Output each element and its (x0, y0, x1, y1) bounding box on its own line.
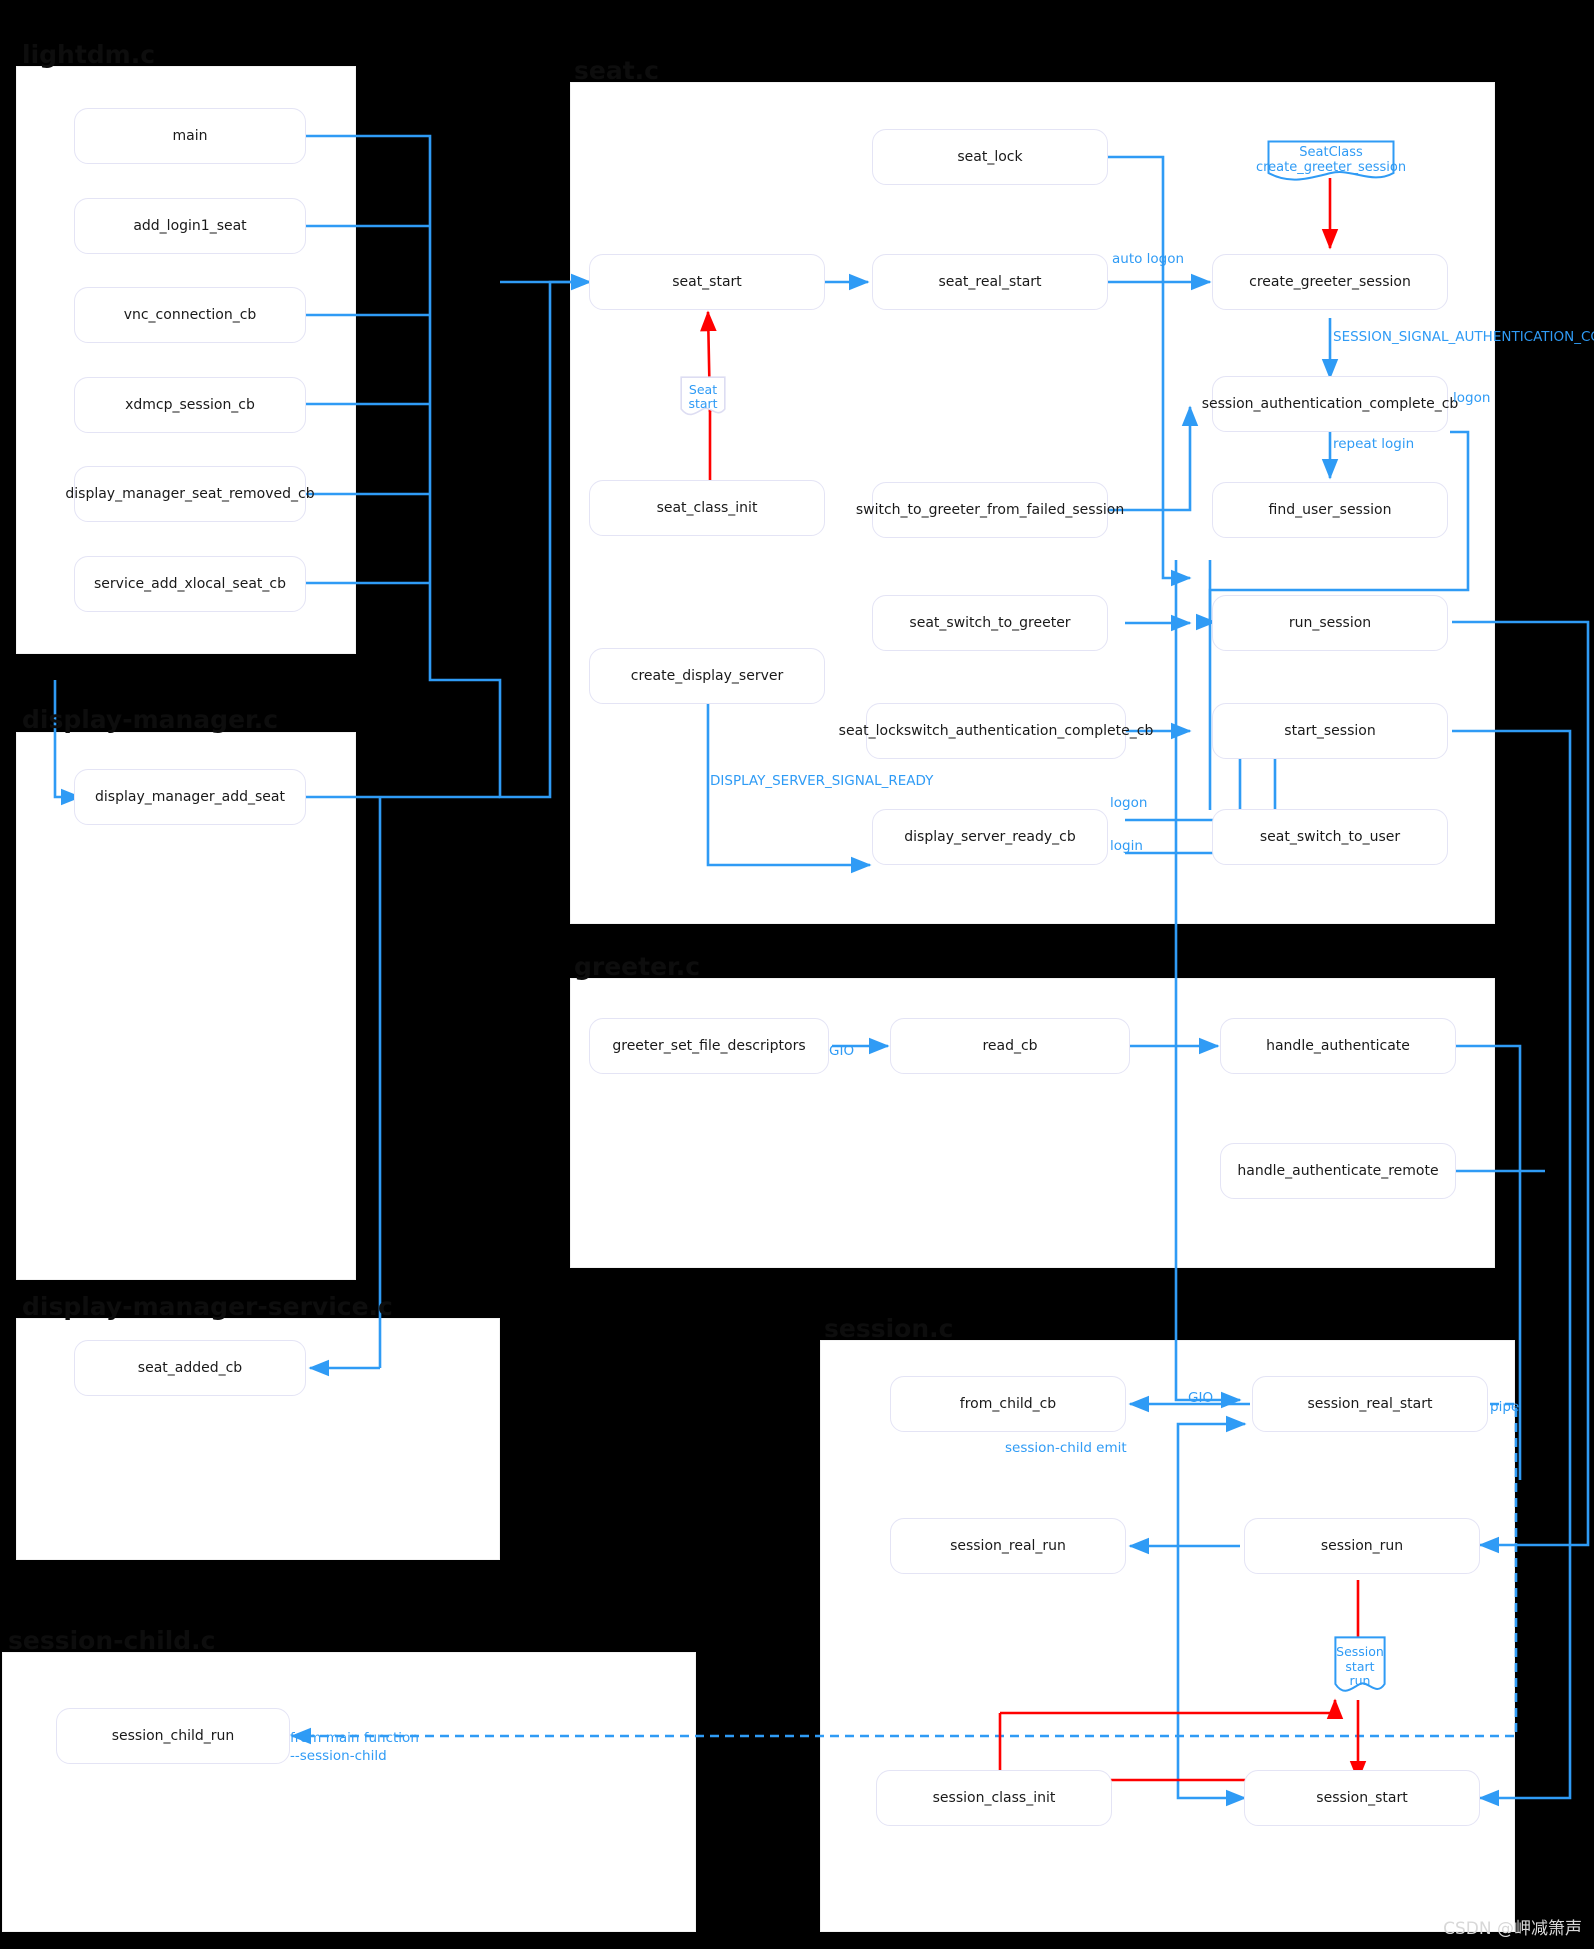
doc-shape-session-start-run-label: Session start run (1336, 1645, 1384, 1688)
doc-line-1: SeatClass (1299, 145, 1363, 161)
node-seat-class-init[interactable]: seat_class_init (589, 480, 825, 536)
node-seat-lockswitch-authentication-complete-cb[interactable]: seat_lockswitch_authentication_complete_… (839, 703, 1153, 759)
group-title-seat: seat.c (574, 56, 659, 85)
edge-label-logon-ds: logon (1110, 795, 1148, 811)
node-session-authentication-complete-cb[interactable]: session_authentication_complete_cb (1202, 376, 1458, 432)
edge-label-session-child-flag: --session-child (290, 1748, 387, 1764)
diagram-canvas: lightdm.c display-manager.c display-mana… (0, 0, 1594, 1949)
doc-line-1: Session (1336, 1644, 1384, 1660)
node-seat-lock[interactable]: seat_lock (872, 129, 1108, 185)
node-session-class-init[interactable]: session_class_init (876, 1770, 1112, 1826)
group-title-session-child: session-child.c (8, 1626, 216, 1655)
doc-line-2: start (688, 396, 718, 411)
group-title-greeter: greeter.c (574, 952, 701, 981)
doc-shape-seat-class-label: SeatClass create_greeter_session (1255, 145, 1407, 176)
node-session-run[interactable]: session_run (1244, 1518, 1480, 1574)
edge-label-auto-logon: auto logon (1112, 251, 1185, 267)
node-display-manager-add-seat[interactable]: display_manager_add_seat (74, 769, 306, 825)
node-session-real-run[interactable]: session_real_run (890, 1518, 1126, 1574)
doc-shape-seat-class: SeatClass create_greeter_session (1256, 140, 1406, 182)
node-xdmcp-session-cb[interactable]: xdmcp_session_cb (74, 377, 306, 433)
node-find-user-session[interactable]: find_user_session (1212, 482, 1448, 538)
doc-shape-session-start-run: Session start run (1334, 1636, 1386, 1698)
doc-shape-seat-start-label: Seat start (688, 381, 718, 412)
node-read-cb[interactable]: read_cb (890, 1018, 1130, 1074)
edge-label-pipe: pipe (1490, 1399, 1520, 1415)
node-seat-switch-to-greeter[interactable]: seat_switch_to_greeter (872, 595, 1108, 651)
node-from-child-cb[interactable]: from_child_cb (890, 1376, 1126, 1432)
node-display-manager-seat-removed-cb[interactable]: display_manager_seat_removed_cb (65, 466, 315, 522)
group-session-child (2, 1652, 696, 1932)
node-create-display-server[interactable]: create_display_server (589, 648, 825, 704)
edge-label-session-child-emit: session-child emit (1005, 1440, 1127, 1456)
edge-label-gio-greeter: GIO (829, 1043, 855, 1059)
edge-label-login-ds: login (1110, 838, 1143, 854)
node-session-real-start[interactable]: session_real_start (1252, 1376, 1488, 1432)
node-seat-real-start[interactable]: seat_real_start (872, 254, 1108, 310)
node-service-add-xlocal-seat-cb[interactable]: service_add_xlocal_seat_cb (74, 556, 306, 612)
doc-line-2: start (1345, 1658, 1375, 1674)
edge-label-display-server-signal-ready: DISPLAY_SERVER_SIGNAL_READY (710, 773, 934, 789)
node-main[interactable]: main (74, 108, 306, 164)
node-add-login1-seat[interactable]: add_login1_seat (74, 198, 306, 254)
group-title-display-manager-service: display-manager-service.c (22, 1292, 393, 1321)
doc-line-2: create_greeter_session (1255, 160, 1407, 175)
node-seat-start[interactable]: seat_start (589, 254, 825, 310)
group-title-display-manager: display-manager.c (22, 705, 279, 734)
node-run-session[interactable]: run_session (1212, 595, 1448, 651)
edge-label-logon-right: logon (1453, 390, 1491, 406)
edge-label-from-main-function: from main function (290, 1730, 419, 1746)
node-session-start[interactable]: session_start (1244, 1770, 1480, 1826)
node-create-greeter-session[interactable]: create_greeter_session (1212, 254, 1448, 310)
watermark: CSDN @岬减箫声 (1443, 1919, 1582, 1939)
node-session-child-run[interactable]: session_child_run (56, 1708, 290, 1764)
edge-label-gio-session: GIO (1188, 1390, 1214, 1406)
node-display-server-ready-cb[interactable]: display_server_ready_cb (872, 809, 1108, 865)
node-greeter-set-file-descriptors[interactable]: greeter_set_file_descriptors (589, 1018, 829, 1074)
node-seat-added-cb[interactable]: seat_added_cb (74, 1340, 306, 1396)
doc-line-1: Seat (688, 381, 718, 397)
node-handle-authenticate[interactable]: handle_authenticate (1220, 1018, 1456, 1074)
group-title-session: session.c (824, 1314, 954, 1343)
node-switch-to-greeter-from-failed-session[interactable]: switch_to_greeter_from_failed_session (856, 482, 1124, 538)
edge-label-repeat-login: repeat login (1333, 436, 1415, 452)
node-start-session[interactable]: start_session (1212, 703, 1448, 759)
edge-label-session-signal-authentication-complete: SESSION_SIGNAL_AUTHENTICATION_COMPLETE (1333, 329, 1594, 345)
node-seat-switch-to-user[interactable]: seat_switch_to_user (1212, 809, 1448, 865)
node-vnc-connection-cb[interactable]: vnc_connection_cb (74, 287, 306, 343)
doc-shape-seat-start: Seat start (680, 376, 726, 418)
doc-line-3: run (1349, 1673, 1371, 1689)
node-handle-authenticate-remote[interactable]: handle_authenticate_remote (1220, 1143, 1456, 1199)
group-title-lightdm: lightdm.c (22, 40, 156, 69)
